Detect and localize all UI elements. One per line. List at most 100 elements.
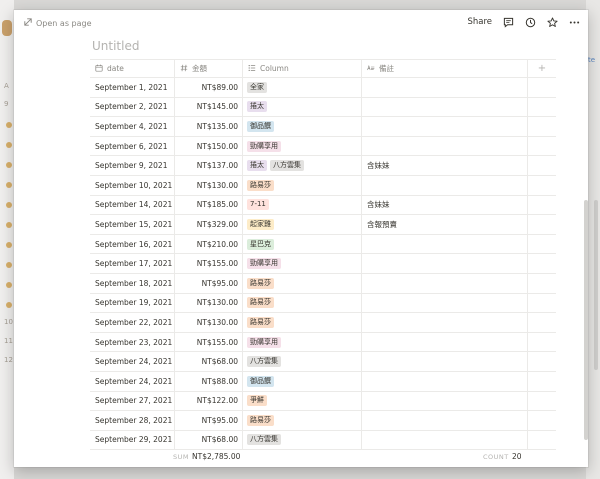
amount-cell[interactable]: NT$130.00 — [175, 293, 243, 313]
more-icon[interactable] — [568, 16, 580, 28]
date-cell[interactable]: September 28, 2021 — [90, 411, 175, 430]
amount-cell[interactable]: NT$135.00 — [175, 117, 243, 136]
table-row[interactable]: September 4, 2021 NT$135.00 御品饌 — [90, 117, 556, 137]
table-row[interactable]: September 23, 2021 NT$155.00 勁購享用 — [90, 332, 556, 353]
date-cell[interactable]: September 6, 2021 — [90, 136, 175, 156]
amount-cell[interactable]: NT$185.00 — [175, 195, 243, 215]
date-cell[interactable]: September 24, 2021 — [90, 352, 175, 371]
open-as-page-button[interactable]: Open as page — [24, 17, 92, 29]
amount-cell[interactable]: NT$122.00 — [175, 391, 243, 411]
star-icon[interactable] — [546, 16, 558, 28]
date-cell[interactable]: September 2, 2021 — [90, 97, 175, 117]
date-cell[interactable]: September 9, 2021 — [90, 156, 175, 175]
column-cell[interactable]: 御品饌 — [243, 117, 362, 136]
amount-cell[interactable]: NT$95.00 — [175, 411, 243, 430]
count-label[interactable]: COUNT — [483, 453, 509, 461]
column-cell[interactable]: 勁購享用 — [243, 254, 362, 273]
date-cell[interactable]: September 17, 2021 — [90, 254, 175, 273]
column-cell[interactable]: 捲太 八方雲集 — [243, 156, 362, 175]
date-cell[interactable]: September 15, 2021 — [90, 215, 175, 234]
note-cell[interactable] — [362, 371, 528, 391]
column-cell[interactable]: 路易莎 — [243, 273, 362, 293]
table-row[interactable]: September 16, 2021 NT$210.00 星巴克 — [90, 234, 556, 255]
note-cell[interactable] — [362, 313, 528, 332]
column-header-column[interactable]: Column — [243, 60, 362, 77]
note-cell[interactable] — [362, 97, 528, 117]
column-cell[interactable]: 路易莎 — [243, 175, 362, 195]
column-cell[interactable]: 御品饌 — [243, 371, 362, 391]
column-cell[interactable]: 全家 — [243, 78, 362, 97]
comment-icon[interactable] — [502, 16, 514, 28]
note-cell[interactable] — [362, 234, 528, 254]
note-cell[interactable] — [362, 254, 528, 273]
table-row[interactable]: September 1, 2021 NT$89.00 全家 — [90, 78, 556, 98]
note-cell[interactable] — [362, 175, 528, 195]
column-cell[interactable]: 爭鮮 — [243, 391, 362, 411]
amount-cell[interactable]: NT$68.00 — [175, 430, 243, 450]
column-cell[interactable]: 星巴克 — [243, 234, 362, 254]
amount-cell[interactable]: NT$210.00 — [175, 234, 243, 254]
column-cell[interactable]: 八方雲集 — [243, 430, 362, 450]
table-row[interactable]: September 27, 2021 NT$122.00 爭鮮 — [90, 391, 556, 412]
date-cell[interactable]: September 19, 2021 — [90, 293, 175, 313]
date-cell[interactable]: September 27, 2021 — [90, 391, 175, 411]
date-cell[interactable]: September 10, 2021 — [90, 175, 175, 195]
amount-cell[interactable]: NT$150.00 — [175, 136, 243, 156]
table-row[interactable]: September 24, 2021 NT$88.00 御品饌 — [90, 371, 556, 392]
table-row[interactable]: September 2, 2021 NT$145.00 捲太 — [90, 97, 556, 118]
column-cell[interactable]: 路易莎 — [243, 293, 362, 313]
table-row[interactable]: September 18, 2021 NT$95.00 路易莎 — [90, 273, 556, 294]
amount-cell[interactable]: NT$155.00 — [175, 254, 243, 273]
column-cell[interactable]: 7-11 — [243, 195, 362, 215]
date-cell[interactable]: September 24, 2021 — [90, 371, 175, 391]
column-header-note[interactable]: 備註 — [362, 60, 528, 77]
note-cell[interactable] — [362, 352, 528, 371]
column-cell[interactable]: 勁購享用 — [243, 332, 362, 352]
note-cell[interactable]: 含妹妹 — [362, 195, 528, 215]
column-cell[interactable]: 勁購享用 — [243, 136, 362, 156]
note-cell[interactable] — [362, 293, 528, 313]
date-cell[interactable]: September 14, 2021 — [90, 195, 175, 215]
date-cell[interactable]: September 23, 2021 — [90, 332, 175, 352]
amount-cell[interactable]: NT$89.00 — [175, 78, 243, 97]
date-cell[interactable]: September 1, 2021 — [90, 78, 175, 97]
note-cell[interactable] — [362, 332, 528, 352]
page-title[interactable]: Untitled — [92, 39, 139, 53]
amount-cell[interactable]: NT$95.00 — [175, 273, 243, 293]
note-cell[interactable] — [362, 273, 528, 293]
table-row[interactable]: September 15, 2021 NT$329.00 起家雞 含報預賣 — [90, 215, 556, 235]
table-row[interactable]: September 6, 2021 NT$150.00 勁購享用 — [90, 136, 556, 157]
table-row[interactable]: September 22, 2021 NT$130.00 路易莎 — [90, 313, 556, 333]
amount-cell[interactable]: NT$88.00 — [175, 371, 243, 391]
date-cell[interactable]: September 22, 2021 — [90, 313, 175, 332]
add-property-button[interactable]: + — [528, 60, 556, 77]
table-row[interactable]: September 14, 2021 NT$185.00 7-11 含妹妹 — [90, 195, 556, 216]
note-cell[interactable] — [362, 411, 528, 430]
amount-cell[interactable]: NT$68.00 — [175, 352, 243, 371]
note-cell[interactable]: 含妹妹 — [362, 156, 528, 175]
column-cell[interactable]: 八方雲集 — [243, 352, 362, 371]
date-cell[interactable]: September 16, 2021 — [90, 234, 175, 254]
background-link[interactable]: te — [588, 56, 595, 64]
column-cell[interactable]: 路易莎 — [243, 313, 362, 332]
column-cell[interactable]: 起家雞 — [243, 215, 362, 234]
table-row[interactable]: September 28, 2021 NT$95.00 路易莎 — [90, 411, 556, 431]
column-cell[interactable]: 捲太 — [243, 97, 362, 117]
modal-scrollbar[interactable] — [584, 200, 588, 440]
table-row[interactable]: September 17, 2021 NT$155.00 勁購享用 — [90, 254, 556, 274]
amount-cell[interactable]: NT$130.00 — [175, 175, 243, 195]
date-cell[interactable]: September 29, 2021 — [90, 430, 175, 450]
background-scrollbar[interactable] — [594, 200, 598, 370]
note-cell[interactable] — [362, 430, 528, 450]
note-cell[interactable] — [362, 78, 528, 97]
amount-cell[interactable]: NT$137.00 — [175, 156, 243, 175]
share-button[interactable]: Share — [467, 17, 492, 27]
sum-label[interactable]: SUM — [173, 453, 189, 461]
history-icon[interactable] — [524, 16, 536, 28]
amount-cell[interactable]: NT$155.00 — [175, 332, 243, 352]
amount-cell[interactable]: NT$329.00 — [175, 215, 243, 234]
date-cell[interactable]: September 4, 2021 — [90, 117, 175, 136]
note-cell[interactable] — [362, 117, 528, 136]
amount-cell[interactable]: NT$130.00 — [175, 313, 243, 332]
column-cell[interactable]: 路易莎 — [243, 411, 362, 430]
